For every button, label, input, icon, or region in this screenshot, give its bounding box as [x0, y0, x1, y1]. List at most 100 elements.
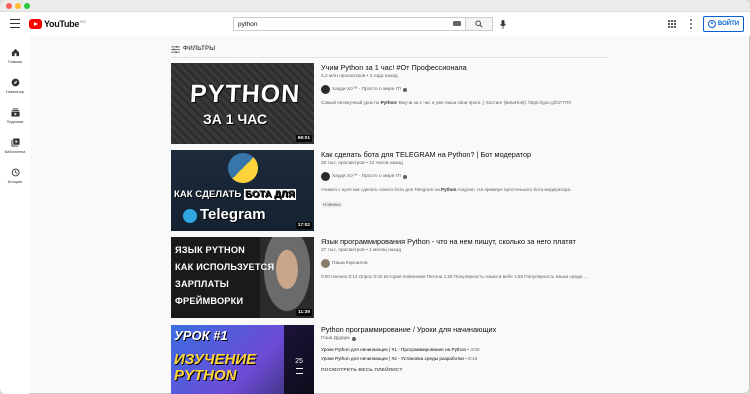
- filters-label: ФИЛЬТРЫ: [183, 46, 216, 52]
- more-vert-icon[interactable]: [689, 19, 692, 29]
- sidebar-item-home[interactable]: Главная: [0, 41, 30, 69]
- video-meta: 30 тыс. просмотров • 12 часов назад: [321, 161, 403, 166]
- video-result: ЯЗЫК PYTHON КАК ИСПОЛЬЗУЕТСЯ ЗАРПЛАТЫ ФР…: [171, 237, 611, 319]
- thumbnail-text: ИЗУЧЕНИЕ: [174, 351, 257, 368]
- video-duration: 17:02: [295, 222, 312, 229]
- sidebar-item-label: Главная: [7, 60, 23, 64]
- video-result: PYTHON ЗА 1 ЧАС 59:01 Учим Python за 1 ч…: [171, 63, 611, 145]
- channel-avatar[interactable]: [321, 259, 330, 268]
- filter-icon: [171, 45, 180, 53]
- verified-icon: [403, 87, 408, 92]
- zoom-window-button[interactable]: [24, 3, 30, 9]
- youtube-logo[interactable]: YouTube RU: [29, 18, 86, 30]
- subscriptions-icon: [10, 107, 20, 117]
- video-title[interactable]: Учим Python за 1 час! #От Профессионала: [321, 63, 611, 72]
- thumbnail-text: ФРЕЙМВОРКИ: [175, 296, 244, 306]
- verified-icon: [352, 336, 357, 341]
- channel-link[interactable]: Хауди Хо™ - Просто о мире IT!: [321, 172, 611, 181]
- description-text: Самый несекучный урок по: [321, 100, 381, 105]
- playlist-item[interactable]: Уроки Python для начинающих | #2 - Устан…: [321, 356, 611, 361]
- thumbnail-text: КАК СДЕЛАТЬ БОТА ДЛЯ: [174, 189, 296, 200]
- video-thumbnail[interactable]: PYTHON ЗА 1 ЧАС 59:01: [171, 63, 314, 144]
- menu-icon[interactable]: [10, 19, 20, 28]
- thumbnail-text: PYTHON: [174, 367, 237, 384]
- channel-link[interactable]: Гоша Дударь: [321, 336, 611, 341]
- video-meta: 4,2 млн просмотров • 2 года назад: [321, 74, 398, 79]
- telegram-icon: [183, 209, 197, 223]
- thumbnail-text: УРОК #1: [174, 328, 228, 343]
- play-icon: [29, 19, 42, 29]
- channel-name: Гоша Дударь: [321, 336, 351, 341]
- search-button[interactable]: [465, 17, 493, 31]
- channel-name: Хауди Хо™ - Просто о мире IT!: [332, 87, 402, 92]
- sidebar-item-subscriptions[interactable]: Подписки: [0, 101, 30, 129]
- video-thumbnail[interactable]: ЯЗЫК PYTHON КАК ИСПОЛЬЗУЕТСЯ ЗАРПЛАТЫ ФР…: [171, 237, 314, 318]
- description-highlight: Python: [440, 187, 457, 192]
- logo-region: RU: [80, 18, 86, 24]
- browser-window: YouTube RU ВОЙТИ Главная Навигат: [0, 0, 750, 394]
- apps-icon[interactable]: [668, 20, 676, 28]
- new-badge: Новинка: [321, 201, 343, 208]
- thumbnail-text: ЗА 1 ЧАС: [203, 111, 268, 127]
- video-title[interactable]: Как сделать бота для TELEGRAM на Python?…: [321, 150, 611, 159]
- sidebar-item-label: Библиотека: [4, 150, 26, 154]
- channel-link[interactable]: Паша Корнилов: [321, 259, 611, 268]
- sidebar-item-explore[interactable]: Навигатор: [0, 71, 30, 99]
- home-icon: [10, 47, 20, 57]
- sign-in-button[interactable]: ВОЙТИ: [703, 16, 744, 32]
- verified-icon: [403, 174, 408, 179]
- account-icon: [707, 20, 716, 28]
- filters-button[interactable]: ФИЛЬТРЫ: [171, 44, 215, 54]
- video-description: Учимся с нуля как сделать своего бота дл…: [321, 187, 611, 193]
- description-highlight: Python: [380, 100, 397, 105]
- sidebar-item-history[interactable]: История: [0, 161, 30, 189]
- playlist-item-title: Уроки Python для начинающих | #1 - Прогр…: [321, 347, 467, 352]
- masthead: YouTube RU ВОЙТИ: [0, 12, 750, 36]
- divider: [171, 57, 608, 58]
- description-text: ! Выучи за 1 час и уже пиши свои проги ;…: [396, 100, 572, 105]
- playlist-item-duration: 4:00: [470, 347, 480, 352]
- view-full-playlist-link[interactable]: ПОСМОТРЕТЬ ВЕСЬ ПЛЕЙЛИСТ: [321, 368, 611, 373]
- keyboard-icon[interactable]: [453, 21, 461, 26]
- playlist-item[interactable]: Уроки Python для начинающих | #1 - Прогр…: [321, 347, 611, 352]
- video-title[interactable]: Язык программирования Python - что на не…: [321, 237, 611, 246]
- video-duration: 59:01: [295, 135, 312, 142]
- presenter-image: [260, 237, 314, 318]
- sidebar-item-label: История: [7, 180, 23, 184]
- channel-link[interactable]: Хауди Хо™ - Просто о мире IT!: [321, 85, 611, 94]
- thumbnail-text: КАК ИСПОЛЬЗУЕТСЯ: [175, 262, 275, 272]
- playlist-overlay: 25: [284, 325, 314, 394]
- python-logo-image: [228, 153, 258, 183]
- sign-in-label: ВОЙТИ: [717, 21, 740, 27]
- search-input[interactable]: [233, 17, 465, 31]
- description-text: Aiogram. На примере простенького бота мо…: [456, 187, 572, 192]
- sidebar-item-label: Навигатор: [5, 90, 25, 94]
- video-duration: 11:39: [295, 309, 312, 316]
- playlist-count: 25: [295, 357, 303, 365]
- thumbnail-text: ЯЗЫК PYTHON: [175, 245, 245, 255]
- playlist-result: УРОК #1 ИЗУЧЕНИЕ PYTHON 25 Python програ…: [171, 325, 611, 394]
- compass-icon: [10, 77, 20, 87]
- logo-text: YouTube: [44, 19, 80, 29]
- sidebar-item-library[interactable]: Библиотека: [0, 131, 30, 159]
- video-thumbnail[interactable]: КАК СДЕЛАТЬ БОТА ДЛЯ Telegram 17:02: [171, 150, 314, 231]
- playlist-item-duration: 8:16: [468, 356, 478, 361]
- channel-name: Паша Корнилов: [332, 261, 368, 266]
- microphone-icon[interactable]: [499, 17, 507, 31]
- close-window-button[interactable]: [6, 3, 12, 9]
- playlist-icon: [295, 367, 303, 374]
- channel-name: Хауди Хо™ - Просто о мире IT!: [332, 174, 402, 179]
- channel-avatar[interactable]: [321, 172, 330, 181]
- channel-avatar[interactable]: [321, 85, 330, 94]
- history-icon: [10, 167, 20, 177]
- minimize-window-button[interactable]: [15, 3, 21, 9]
- video-description: Самый несекучный урок по Python! Выучи з…: [321, 100, 611, 106]
- search-icon: [475, 20, 483, 28]
- sidebar: Главная Навигатор Подписки Библиотека Ис…: [0, 36, 30, 394]
- thumbnail-text: Telegram: [200, 206, 266, 223]
- thumbnail-text-part: КАК СДЕЛАТЬ: [174, 189, 244, 200]
- playlist-thumbnail[interactable]: УРОК #1 ИЗУЧЕНИЕ PYTHON 25: [171, 325, 314, 394]
- playlist-title[interactable]: Python программирование / Уроки для начи…: [321, 325, 611, 334]
- library-icon: [10, 137, 20, 147]
- video-description: 0:00 Начало 0:14 Опрос 0:32 История появ…: [321, 274, 588, 279]
